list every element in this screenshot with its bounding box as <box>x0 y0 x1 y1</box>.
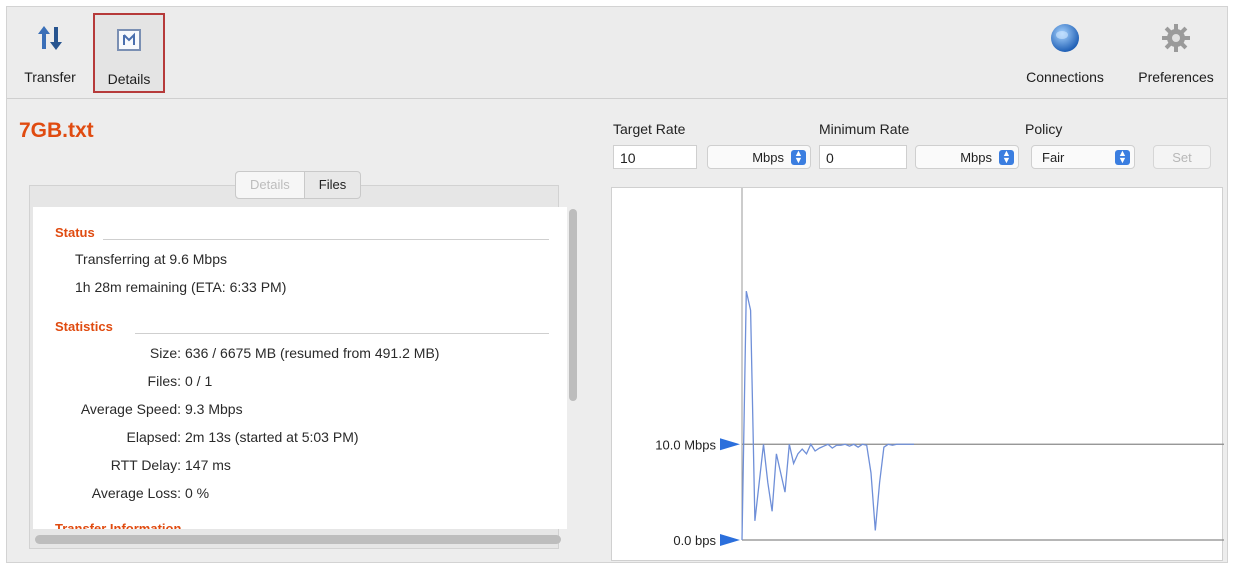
vertical-scrollbar[interactable] <box>569 209 577 401</box>
target-unit-select[interactable]: Mbps ▲ ▼ <box>707 145 811 169</box>
preferences-label: Preferences <box>1138 69 1214 85</box>
rate-graph-svg: 10.0 Mbps 0.0 bps <box>655 188 1224 548</box>
transfer-button[interactable]: Transfer <box>15 13 85 93</box>
details-button[interactable]: Details <box>93 13 165 93</box>
connections-button[interactable]: Connections <box>1011 13 1119 93</box>
tab-files[interactable]: Files <box>305 172 360 198</box>
stepper-icon: ▲ ▼ <box>791 149 806 165</box>
tab-details[interactable]: Details <box>236 172 305 198</box>
transfer-info-heading: Transfer Information <box>55 521 182 529</box>
details-panel: Status Transferring at 9.6 Mbps 1h 28m r… <box>33 207 567 529</box>
set-button[interactable]: Set <box>1153 145 1211 169</box>
rate-marker-label: 10.0 Mbps <box>655 437 716 452</box>
stat-value: 9.3 Mbps <box>185 401 243 417</box>
stat-value: 2m 13s (started at 5:03 PM) <box>185 429 359 445</box>
transfer-icon <box>33 21 67 55</box>
policy-value: Fair <box>1042 149 1065 165</box>
divider <box>135 333 549 334</box>
stat-row: RTT Delay: 147 ms <box>33 457 231 473</box>
target-rate-input[interactable]: 10 <box>613 145 697 169</box>
minimum-rate-label: Minimum Rate <box>819 121 910 137</box>
policy-label: Policy <box>1025 121 1063 137</box>
preferences-button[interactable]: Preferences <box>1127 13 1225 93</box>
policy-select[interactable]: Fair ▲ ▼ <box>1031 145 1135 169</box>
status-rate: Transferring at 9.6 Mbps <box>75 251 227 267</box>
file-title: 7GB.txt <box>19 119 94 142</box>
details-label: Details <box>107 71 151 87</box>
gear-icon <box>1159 21 1193 55</box>
rate-marker-label: 0.0 bps <box>673 533 716 548</box>
stepper-icon: ▲ ▼ <box>999 149 1014 165</box>
stat-value: 636 / 6675 MB (resumed from 491.2 MB) <box>185 345 440 361</box>
minimum-unit-value: Mbps <box>960 149 992 165</box>
stepper-icon: ▲ ▼ <box>1115 149 1130 165</box>
stat-key: Elapsed: <box>126 429 181 445</box>
stat-value: 147 ms <box>185 457 231 473</box>
statistics-heading: Statistics <box>55 319 113 334</box>
stat-row: Average Speed: 9.3 Mbps <box>33 401 243 417</box>
app-window: Transfer Details Connections Preferences… <box>6 6 1228 563</box>
rate-graph: 10.0 Mbps 0.0 bps <box>611 187 1224 561</box>
divider <box>103 239 549 240</box>
minimum-unit-select[interactable]: Mbps ▲ ▼ <box>915 145 1019 169</box>
toolbar: Transfer Details Connections Preferences <box>7 7 1227 99</box>
stat-value: 0 / 1 <box>185 373 213 389</box>
details-icon <box>112 23 146 57</box>
status-heading: Status <box>55 225 95 240</box>
stat-key: RTT Delay: <box>110 457 181 473</box>
transfer-label: Transfer <box>24 69 76 85</box>
globe-icon <box>1048 21 1082 55</box>
stat-row: Average Loss: 0 % <box>33 485 209 501</box>
stat-key: Size: <box>149 345 181 361</box>
target-rate-label: Target Rate <box>613 121 686 137</box>
stat-row: Files: 0 / 1 <box>33 373 213 389</box>
stat-key: Average Speed: <box>80 401 181 417</box>
details-files-tabs: Details Files <box>235 171 362 199</box>
stat-key: Average Loss: <box>91 485 181 501</box>
stat-value: 0 % <box>185 485 210 501</box>
stat-row: Size: 636 / 6675 MB (resumed from 491.2 M… <box>33 345 440 361</box>
connections-label: Connections <box>1026 69 1104 85</box>
minimum-rate-input[interactable]: 0 <box>819 145 907 169</box>
status-remaining: 1h 28m remaining (ETA: 6:33 PM) <box>75 279 287 295</box>
rate-marker-triangle <box>720 534 740 546</box>
rate-marker-triangle <box>720 438 740 451</box>
throughput-line <box>741 291 914 541</box>
horizontal-scrollbar[interactable] <box>35 535 561 544</box>
stat-key: Files: <box>147 373 181 389</box>
target-unit-value: Mbps <box>752 149 784 165</box>
stat-row: Elapsed: 2m 13s (started at 5:03 PM) <box>33 429 359 445</box>
